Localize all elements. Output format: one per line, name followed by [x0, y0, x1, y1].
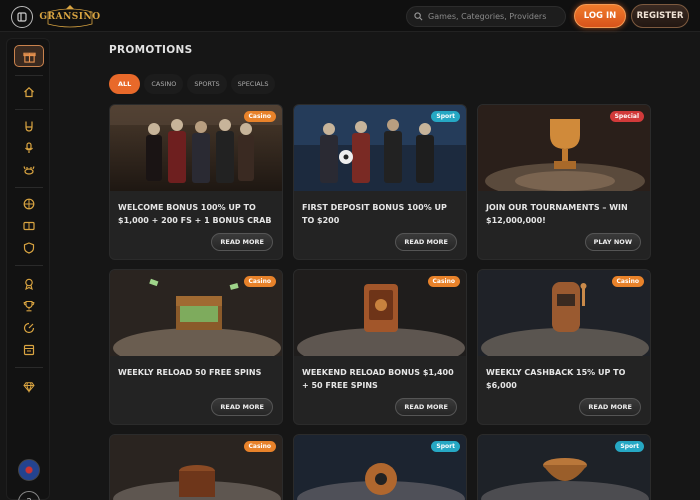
sidebar-toggle-button[interactable] — [11, 6, 33, 28]
microphone-icon — [25, 142, 33, 153]
promo-card[interactable]: Sport FIRST DEPOSIT BONUS 100% UP TO $20… — [293, 104, 467, 260]
language-flag-icon[interactable] — [18, 459, 40, 481]
category-badge: Special — [609, 111, 644, 122]
gift-icon — [22, 52, 36, 63]
tab-all[interactable]: ALL — [109, 74, 141, 94]
promo-card[interactable]: Casino WEEKEND RELOAD BONUS $1,400 + 50 … — [293, 269, 467, 425]
promo-title: FIRST DEPOSIT BONUS 100% UP TO $200 — [302, 203, 447, 225]
category-badge: Casino — [243, 276, 276, 287]
category-badge: Casino — [427, 276, 460, 287]
promo-card[interactable]: Casino — [109, 434, 283, 500]
sidebar-divider — [15, 75, 43, 76]
read-more-button[interactable]: READ MORE — [395, 398, 457, 416]
sidebar-item-rock[interactable] — [20, 117, 38, 135]
sidebar-divider — [15, 265, 43, 266]
sidebar: ? — [6, 38, 50, 500]
promo-card[interactable]: Sport — [477, 434, 651, 500]
category-badge: Sport — [431, 441, 460, 452]
sidebar-item-wheel[interactable] — [20, 319, 38, 337]
sidebar-divider — [15, 367, 43, 368]
promo-title: WEEKEND RELOAD BONUS $1,400 + 50 FREE SP… — [302, 368, 454, 390]
category-badge: Sport — [615, 441, 644, 452]
sidebar-item-shop[interactable] — [20, 341, 38, 359]
promo-card[interactable]: Sport — [293, 434, 467, 500]
top-header: GRANSINO LOG IN REGISTER — [0, 0, 700, 32]
tab-sports[interactable]: SPORTS — [187, 74, 227, 94]
site-logo[interactable]: GRANSINO — [39, 4, 100, 30]
promo-card[interactable]: Casino WEEKLY RELOAD 50 FREE SPINS READ … — [109, 269, 283, 425]
trophy-icon — [23, 300, 35, 312]
sidebar-item-vip[interactable] — [20, 275, 38, 293]
scoreboard-icon — [23, 221, 35, 231]
promo-title: JOIN OUR TOURNAMENTS – WIN $12,000,000! — [486, 203, 628, 225]
promo-title: WELCOME BONUS 100% UP TO $1,000 + 200 FS… — [118, 203, 272, 225]
help-icon[interactable]: ? — [18, 491, 40, 500]
sidebar-item-sports[interactable] — [20, 195, 38, 213]
login-button[interactable]: LOG IN — [574, 4, 626, 28]
basketball-icon — [23, 198, 35, 210]
sidebar-item-home[interactable] — [20, 83, 38, 101]
promo-title: WEEKLY RELOAD 50 FREE SPINS — [118, 368, 262, 377]
sidebar-item-loyalty[interactable] — [20, 378, 38, 396]
sidebar-item-crab[interactable] — [20, 161, 38, 179]
category-badge: Casino — [611, 276, 644, 287]
read-more-button[interactable]: READ MORE — [211, 398, 273, 416]
logo-text: GRANSINO — [39, 12, 101, 22]
register-button[interactable]: REGISTER — [631, 4, 689, 28]
sidebar-divider — [15, 109, 43, 110]
rock-hand-icon — [25, 121, 33, 132]
home-icon — [24, 86, 34, 98]
sidebar-divider — [15, 187, 43, 188]
sidebar-item-promotions[interactable] — [14, 45, 44, 67]
read-more-button[interactable]: READ MORE — [211, 233, 273, 251]
sidebar-item-tournaments[interactable] — [20, 297, 38, 315]
crab-icon — [23, 166, 35, 175]
promo-title: WEEKLY CASHBACK 15% UP TO $6,000 — [486, 368, 626, 390]
category-badge: Casino — [243, 111, 276, 122]
tab-casino[interactable]: CASINO — [144, 74, 184, 94]
diamond-icon — [23, 382, 35, 393]
read-more-button[interactable]: READ MORE — [579, 398, 641, 416]
read-more-button[interactable]: READ MORE — [395, 233, 457, 251]
medal-icon — [25, 278, 33, 290]
category-badge: Casino — [243, 441, 276, 452]
promo-card[interactable]: Special JOIN OUR TOURNAMENTS – WIN $12,0… — [477, 104, 651, 260]
promo-card[interactable]: Casino WELCOME BONUS 100% UP TO $1,000 +… — [109, 104, 283, 260]
category-badge: Sport — [431, 111, 460, 122]
play-now-button[interactable]: PLAY NOW — [584, 233, 641, 251]
fortune-wheel-icon — [23, 322, 35, 334]
store-icon — [23, 344, 35, 356]
search-bar[interactable] — [406, 6, 566, 27]
search-input[interactable] — [428, 12, 558, 21]
shield-icon — [23, 242, 35, 254]
search-icon — [414, 12, 423, 21]
sidebar-toggle-icon — [17, 12, 27, 22]
promotion-tabs: ALL CASINO SPORTS SPECIALS — [109, 74, 276, 94]
tab-specials[interactable]: SPECIALS — [230, 74, 276, 94]
page-title: PROMOTIONS — [109, 44, 193, 56]
sidebar-item-live-sports[interactable] — [20, 217, 38, 235]
promo-card[interactable]: Casino WEEKLY CASHBACK 15% UP TO $6,000 … — [477, 269, 651, 425]
sidebar-item-esports[interactable] — [20, 239, 38, 257]
sidebar-item-live[interactable] — [20, 139, 38, 157]
